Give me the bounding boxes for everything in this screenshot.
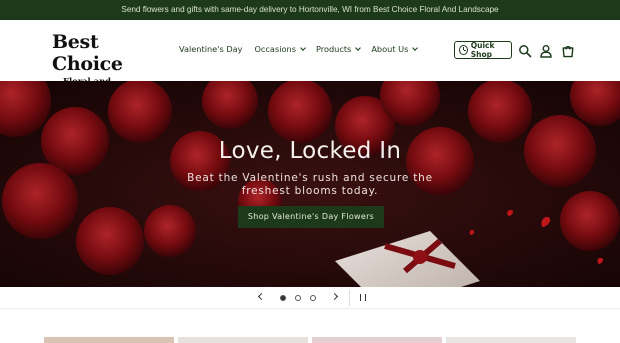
slide-dot-1[interactable]	[280, 295, 286, 301]
nav-item-label: About Us	[371, 44, 409, 54]
hero-title: Love, Locked In	[218, 138, 402, 164]
product-card-2[interactable]	[178, 337, 308, 343]
nav-item-label: Products	[315, 44, 352, 54]
quick-shop-label: Quick Shop	[470, 41, 495, 59]
chevron-down-icon	[300, 44, 306, 51]
slide-dot-2[interactable]	[295, 295, 301, 301]
main-nav: Valentine's Day Occasions Products About…	[173, 44, 428, 54]
nav-item-products[interactable]: Products	[315, 44, 362, 54]
cart-icon[interactable]	[561, 44, 575, 58]
account-icon[interactable]	[539, 44, 553, 58]
hero-banner: Love, Locked In Beat the Valentine's rus…	[0, 81, 620, 287]
hero-subtitle: Beat the Valentine's rush and secure the…	[187, 172, 433, 197]
clock-icon	[459, 45, 468, 55]
nav-item-label: Valentine's Day	[179, 44, 243, 54]
slide-dot-3[interactable]	[310, 295, 316, 301]
product-card-4[interactable]	[446, 337, 576, 343]
site-header: Best Choice Floral and Landscape Valenti…	[0, 20, 620, 98]
nav-item-label: Occasions	[254, 44, 296, 54]
nav-item-occasions[interactable]: Occasions	[254, 44, 306, 54]
search-icon[interactable]	[518, 44, 532, 58]
product-card-3[interactable]	[312, 337, 442, 343]
chevron-down-icon	[412, 44, 419, 51]
product-cards-row	[0, 309, 620, 343]
previous-slide-icon[interactable]	[257, 292, 266, 301]
announcement-text: Send flowers and gifts with same-day del…	[121, 5, 499, 14]
logo-title: Best Choice	[52, 31, 123, 75]
chevron-down-icon	[355, 44, 362, 51]
slider-controls	[0, 287, 620, 309]
product-card-1[interactable]	[44, 337, 174, 343]
nav-item-about-us[interactable]: About Us	[371, 44, 419, 54]
quick-shop-button[interactable]: Quick Shop	[454, 41, 512, 59]
nav-item-valentines-day[interactable]: Valentine's Day	[179, 44, 242, 54]
pause-icon[interactable]	[360, 294, 366, 301]
shop-valentines-button[interactable]: Shop Valentine's Day Flowers	[238, 206, 384, 228]
announcement-bar: Send flowers and gifts with same-day del…	[0, 0, 620, 20]
divider	[349, 290, 350, 306]
next-slide-icon[interactable]	[330, 292, 339, 301]
